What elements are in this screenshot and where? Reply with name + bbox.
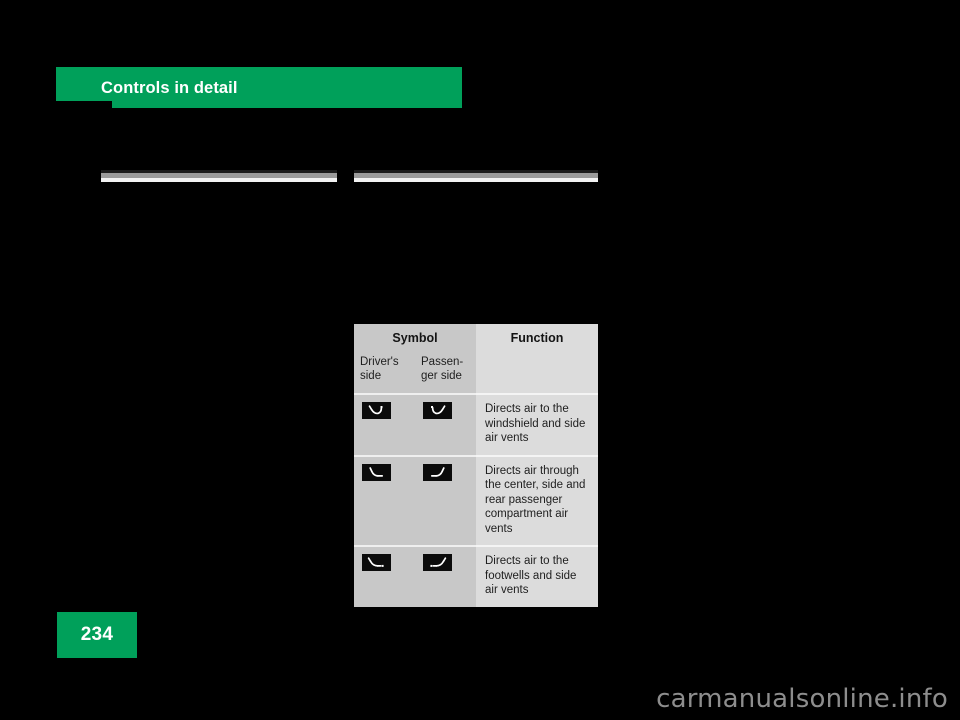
driver-side-symbol-cell <box>354 395 415 455</box>
airflow-defrost-icon <box>362 402 391 419</box>
column-header-driver-side: Driver's side <box>360 356 399 382</box>
rule-light-band <box>354 178 598 182</box>
table-row: Directs air to the windshield and side a… <box>354 395 598 455</box>
airflow-footwell-icon <box>423 554 452 571</box>
airflow-center-vents-icon <box>362 463 391 481</box>
table-header-symbol-group: Symbol Driver's side Passen- ger side <box>354 324 476 393</box>
page-number-badge: 234 <box>57 612 137 658</box>
airflow-footwell-icon <box>362 554 391 571</box>
function-description: Directs air through the center, side and… <box>476 456 598 545</box>
table-subheader-row: Driver's side Passen- ger side <box>354 355 476 393</box>
airflow-defrost-icon <box>423 402 452 419</box>
table-row: Directs air to the footwells and side ai… <box>354 547 598 607</box>
column-header-function: Function <box>510 331 564 345</box>
function-description: Directs air to the windshield and side a… <box>476 395 598 455</box>
function-description: Directs air to the footwells and side ai… <box>476 547 598 607</box>
passenger-side-symbol-cell <box>415 395 476 455</box>
left-column-rule <box>101 170 337 182</box>
section-header-banner-notch <box>56 101 112 108</box>
watermark: carmanualsonline.info <box>656 684 948 714</box>
column-header-symbol: Symbol <box>392 331 438 345</box>
driver-side-symbol-cell <box>354 456 415 545</box>
table-row: Directs air through the center, side and… <box>354 456 598 545</box>
rule-light-band <box>101 178 337 182</box>
air-distribution-table: Symbol Driver's side Passen- ger side Fu… <box>354 324 598 607</box>
airflow-center-vents-icon <box>423 463 452 481</box>
page-title: Controls in detail <box>101 79 238 97</box>
table-header: Symbol Driver's side Passen- ger side Fu… <box>354 324 598 393</box>
right-column-rule <box>354 170 598 182</box>
page-number: 234 <box>80 624 114 645</box>
passenger-side-symbol-cell <box>415 456 476 545</box>
passenger-side-symbol-cell <box>415 547 476 607</box>
driver-side-symbol-cell <box>354 547 415 607</box>
manual-page: { "page": { "section_title": "Controls i… <box>0 0 960 720</box>
table-header-function-group: Function <box>476 324 598 393</box>
column-header-passenger-side: Passen- ger side <box>421 356 464 382</box>
